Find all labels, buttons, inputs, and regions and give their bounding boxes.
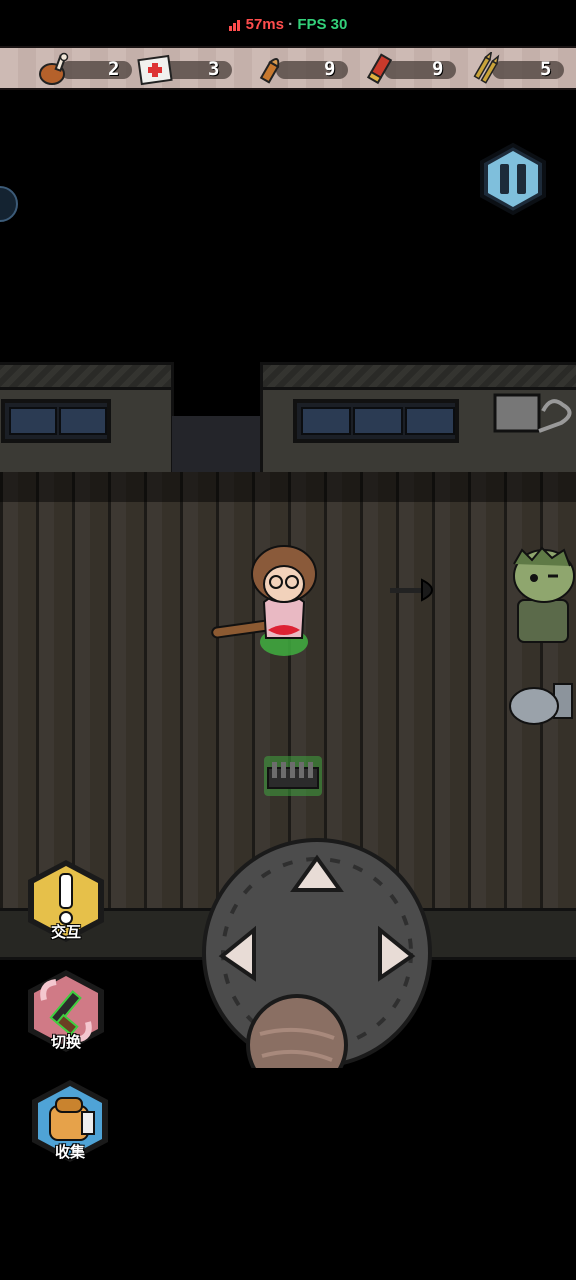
zombie-enemy	[513, 546, 575, 643]
resource-pistol-ammo: 9	[252, 52, 352, 86]
window-left	[1, 399, 111, 443]
ping-value: 57ms	[245, 16, 284, 33]
collect-button[interactable]: 收集	[26, 1076, 114, 1168]
shotgun-shells-count: 9	[432, 58, 444, 80]
interact-label: 交互	[50, 923, 81, 941]
resource-shotgun-shells: 9	[360, 52, 460, 86]
bottle-crate-item[interactable]	[262, 754, 324, 798]
resource-medkit: 3	[136, 52, 236, 86]
pistol-ammo-count: 9	[324, 58, 336, 80]
bullet-icon	[259, 58, 280, 84]
network-status: 57ms · FPS 30	[0, 16, 576, 42]
collect-label: 收集	[54, 1143, 85, 1161]
plunger-item[interactable]	[386, 574, 446, 604]
resource-bar: 2 3 9 9 5	[0, 46, 576, 90]
switch-label: 切换	[50, 1033, 81, 1051]
player-character	[211, 545, 317, 656]
rifle-ammo-count: 5	[540, 58, 552, 80]
first-aid-kit-icon	[137, 54, 173, 86]
chicken-leg-icon	[39, 52, 69, 85]
food-count: 2	[108, 58, 120, 80]
rifle-rounds-icon	[473, 52, 500, 84]
room-wall-left	[0, 362, 174, 476]
side-drawer-tab[interactable]	[0, 186, 18, 222]
toilet-object	[509, 683, 573, 725]
virtual-joystick[interactable]	[202, 838, 432, 1068]
window-right	[293, 399, 459, 443]
resource-food: 2	[36, 52, 136, 86]
room-wall-right	[260, 362, 576, 476]
switch-weapon-button[interactable]: 切换	[22, 966, 110, 1058]
interact-button[interactable]: 交互	[22, 856, 110, 948]
resource-rifle-ammo: 5	[468, 52, 568, 86]
signal-icon	[228, 18, 241, 35]
sink-icon	[493, 393, 572, 433]
medkit-count: 3	[208, 58, 220, 80]
status-separator: ·	[288, 16, 294, 33]
fps-value: FPS 30	[297, 16, 348, 33]
pause-button[interactable]	[476, 142, 550, 216]
shotgun-shell-icon	[366, 53, 393, 85]
